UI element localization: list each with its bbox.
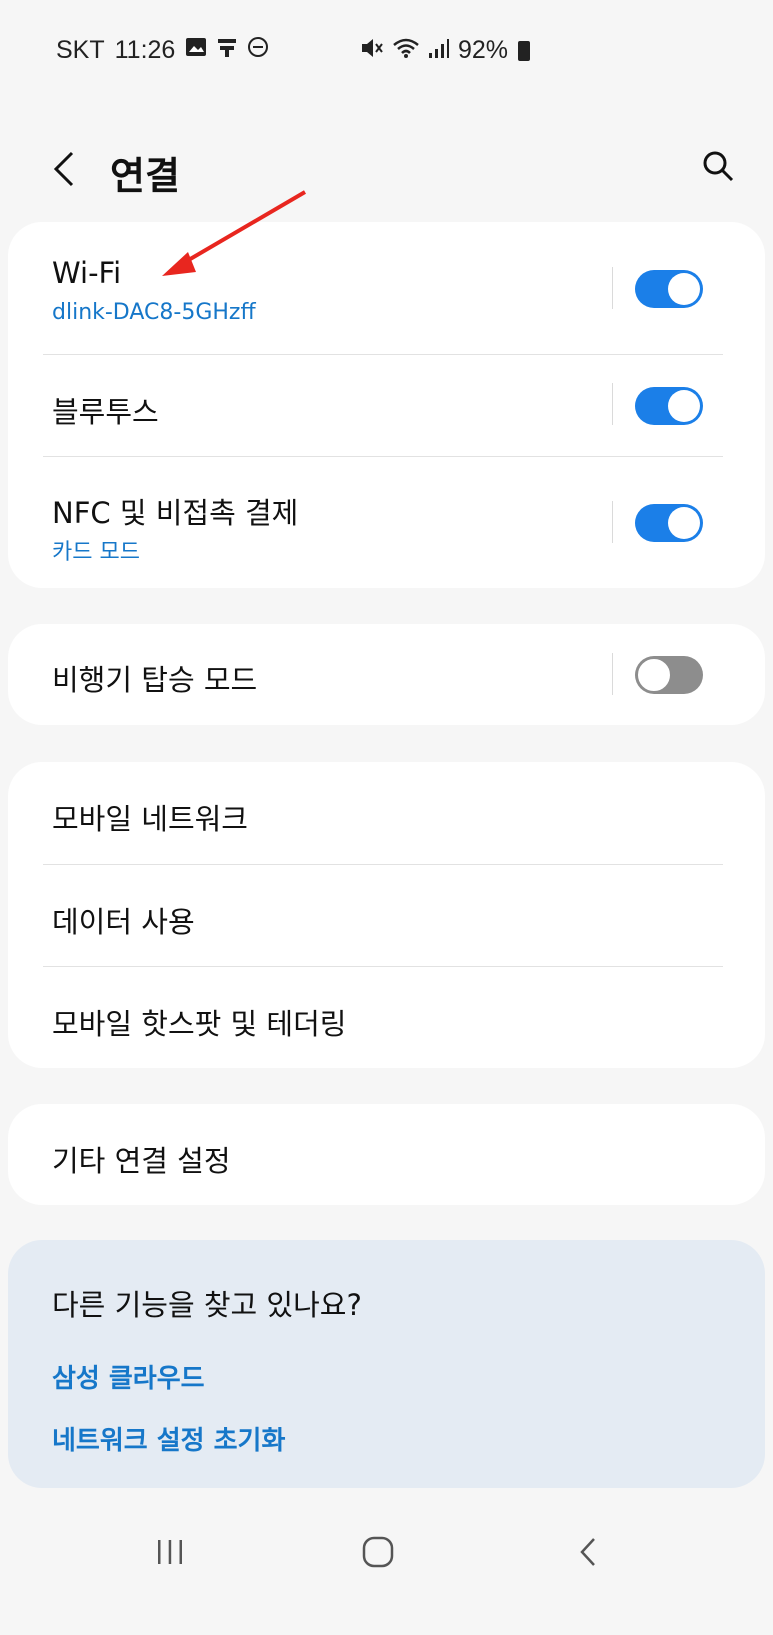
- recent-apps-icon: [158, 1540, 182, 1564]
- connectivity-card: Wi-Fi dlink-DAC8-5GHzff 블루투스 NFC 및 비접촉 결…: [8, 222, 765, 588]
- wifi-network-name: dlink-DAC8-5GHzff: [52, 300, 256, 325]
- airplane-title: 비행기 탑승 모드: [52, 663, 258, 697]
- chevron-left-icon: [53, 151, 74, 187]
- status-bar: SKT 11:26 92%: [0, 0, 773, 100]
- nfc-row[interactable]: NFC 및 비접촉 결제 카드 모드: [8, 457, 765, 588]
- samsung-cloud-link[interactable]: 삼성 클라우드: [52, 1358, 205, 1395]
- bluetooth-toggle[interactable]: [635, 387, 703, 425]
- data-usage-title: 데이터 사용: [52, 905, 195, 939]
- cell-signal-icon: [428, 36, 450, 65]
- carrier-label: SKT: [56, 35, 105, 64]
- battery-percent: 92%: [458, 36, 509, 64]
- wifi-row[interactable]: Wi-Fi dlink-DAC8-5GHzff: [8, 222, 765, 354]
- row-separator: [612, 501, 613, 543]
- wifi-icon: [392, 36, 420, 65]
- more-settings-title: 기타 연결 설정: [52, 1144, 231, 1178]
- home-button[interactable]: [348, 1524, 408, 1580]
- bluetooth-row[interactable]: 블루투스: [8, 355, 765, 456]
- more-settings-card: 기타 연결 설정: [8, 1104, 765, 1205]
- back-nav-icon: [580, 1538, 595, 1566]
- nfc-mode: 카드 모드: [52, 540, 140, 565]
- battery-icon: [518, 40, 531, 61]
- home-icon: [362, 1536, 394, 1568]
- navigation-bar: [0, 1488, 773, 1635]
- nfc-title: NFC 및 비접촉 결제: [52, 496, 299, 530]
- airplane-row[interactable]: 비행기 탑승 모드: [8, 624, 765, 725]
- wifi-toggle[interactable]: [635, 270, 703, 308]
- nfc-toggle[interactable]: [635, 504, 703, 542]
- mobile-network-row[interactable]: 모바일 네트워크: [8, 762, 765, 864]
- back-button[interactable]: [44, 146, 84, 192]
- mobile-card: 모바일 네트워크 데이터 사용 모바일 핫스팟 및 테더링: [8, 762, 765, 1068]
- airplane-toggle[interactable]: [635, 656, 703, 694]
- data-usage-row[interactable]: 데이터 사용: [8, 865, 765, 966]
- back-nav-button[interactable]: [558, 1524, 618, 1580]
- page-title: 연결: [110, 154, 180, 198]
- row-separator: [612, 383, 613, 425]
- row-separator: [612, 267, 613, 309]
- signal-sync-icon: [217, 36, 237, 64]
- hotspot-title: 모바일 핫스팟 및 테더링: [52, 1007, 347, 1041]
- app-header: 연결: [0, 120, 773, 220]
- wifi-title: Wi-Fi: [52, 256, 122, 290]
- more-settings-row[interactable]: 기타 연결 설정: [8, 1104, 765, 1205]
- mute-icon: [360, 36, 384, 65]
- suggestions-card: 다른 기능을 찾고 있나요? 삼성 클라우드 네트워크 설정 초기화: [8, 1240, 765, 1488]
- search-icon: [703, 151, 734, 182]
- status-icons-right: 92%: [360, 36, 531, 65]
- clock: 11:26: [114, 35, 176, 64]
- suggestions-title: 다른 기능을 찾고 있나요?: [52, 1288, 362, 1322]
- bluetooth-title: 블루투스: [52, 395, 159, 429]
- hotspot-row[interactable]: 모바일 핫스팟 및 테더링: [8, 967, 765, 1068]
- airplane-card: 비행기 탑승 모드: [8, 624, 765, 725]
- gallery-icon: [185, 37, 207, 63]
- do-not-disturb-icon: [247, 36, 269, 64]
- recent-apps-button[interactable]: [140, 1524, 200, 1580]
- row-separator: [612, 653, 613, 695]
- network-reset-link[interactable]: 네트워크 설정 초기화: [52, 1420, 285, 1457]
- search-button[interactable]: [700, 148, 740, 188]
- mobile-network-title: 모바일 네트워크: [52, 802, 248, 836]
